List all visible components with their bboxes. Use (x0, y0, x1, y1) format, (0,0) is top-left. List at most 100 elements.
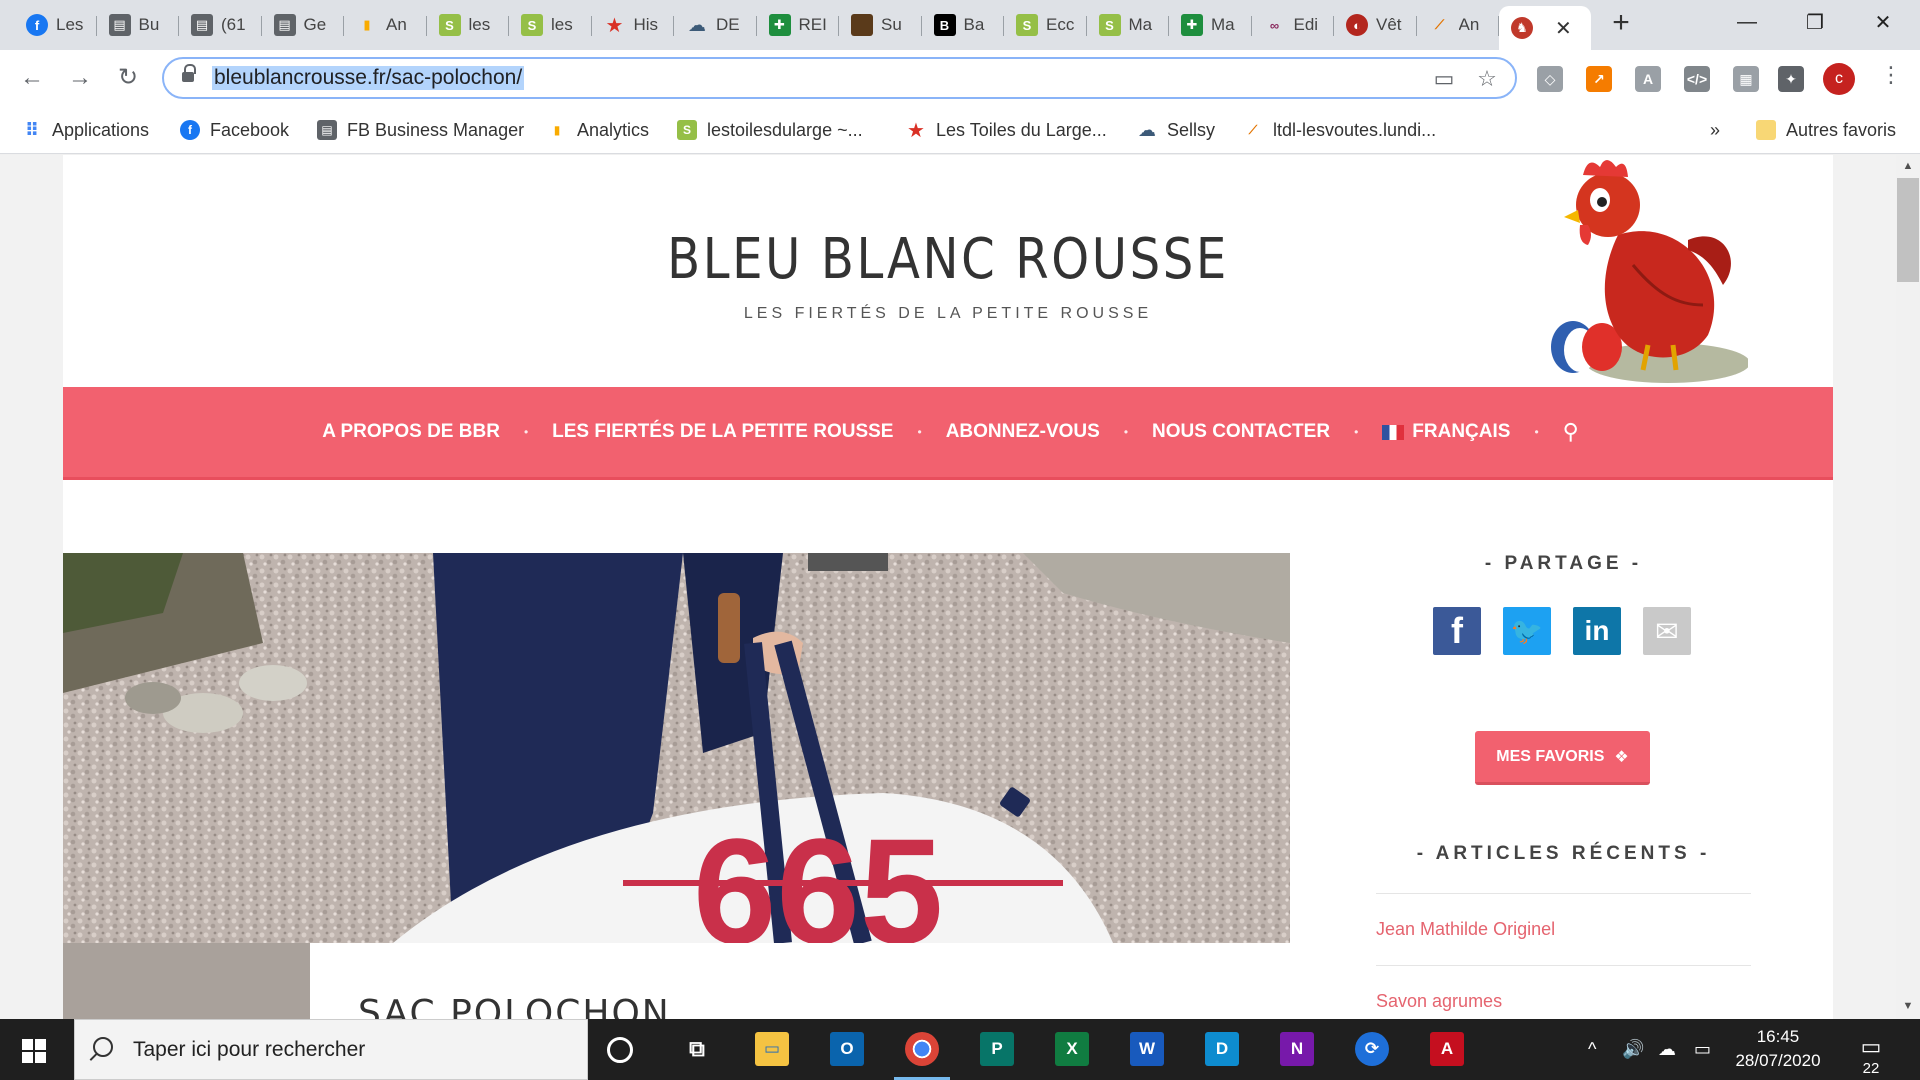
menu-kebab-icon[interactable]: ⋮ (1880, 62, 1902, 88)
bookmark-star-icon[interactable]: ☆ (1475, 67, 1499, 91)
chrome-icon[interactable] (905, 1032, 939, 1066)
volume-icon[interactable]: 🔊 (1622, 1019, 1644, 1080)
bookmark-analytics[interactable]: ▮ Analytics (547, 118, 649, 142)
bookmarks-overflow-button[interactable]: » (1710, 118, 1720, 142)
tab[interactable]: Sles (509, 6, 592, 44)
taskbar-search-box[interactable]: Taper ici pour rechercher (74, 1019, 588, 1080)
onedrive-cloud-icon[interactable]: ☁ (1658, 1019, 1676, 1080)
browser-toolbar: ← → ↻ bleublancrousse.fr/sac-polochon/ ▭… (0, 50, 1920, 106)
bookmark-fb-business-manager[interactable]: ▤ FB Business Manager (317, 118, 524, 142)
windows-start-icon[interactable] (22, 1039, 46, 1063)
tab[interactable]: ☁ DE (674, 6, 757, 44)
search-icon (93, 1037, 113, 1057)
task-view-icon[interactable]: ⧉ (680, 1032, 714, 1066)
tray-chevron-icon[interactable]: ^ (1588, 1019, 1596, 1080)
cortana-icon[interactable] (607, 1037, 633, 1063)
page-scrollbar[interactable] (1896, 155, 1920, 1019)
scrollbar-thumb[interactable] (1897, 178, 1919, 282)
tab[interactable]: ▤ Ge (262, 6, 345, 44)
extension-code-icon[interactable]: </> (1684, 66, 1710, 92)
outlook-icon[interactable]: O (830, 1032, 864, 1066)
email-share-icon[interactable]: ✉ (1643, 607, 1691, 655)
tab[interactable]: ◐ Vêt (1334, 6, 1417, 44)
dashlane-icon[interactable]: D (1205, 1032, 1239, 1066)
close-tab-icon[interactable]: ✕ (1555, 16, 1572, 41)
extension-chart-icon[interactable]: ↗ (1586, 66, 1612, 92)
site-title[interactable]: BLEU BLANC ROUSSE (187, 227, 1709, 292)
system-clock[interactable]: 16:45 28/07/2020 (1728, 1025, 1828, 1073)
tab[interactable]: ▮ An (344, 6, 427, 44)
star-icon: ★ (605, 14, 624, 37)
excel-icon[interactable]: X (1055, 1032, 1089, 1066)
new-tab-button[interactable]: + (1605, 8, 1637, 40)
linkedin-share-icon[interactable]: in (1573, 607, 1621, 655)
facebook-icon: f (180, 120, 200, 140)
close-window-button[interactable]: ✕ (1851, 0, 1915, 44)
bookmarks-bar: ⠿ Applications f Facebook ▤ FB Business Man… (0, 106, 1920, 154)
tab[interactable]: ★ His (592, 6, 675, 44)
bookmark-applications[interactable]: ⠿ Applications (22, 118, 149, 142)
tab[interactable]: ✚ REI (757, 6, 840, 44)
facebook-share-icon[interactable]: f (1433, 607, 1481, 655)
profile-avatar[interactable]: c (1823, 63, 1855, 95)
minimize-button[interactable]: — (1715, 0, 1779, 44)
notification-center-icon[interactable]: ▭ 22 (1855, 1034, 1887, 1077)
extension-shield-icon[interactable]: ◇ (1537, 66, 1563, 92)
back-button[interactable]: ← (16, 62, 48, 94)
tab[interactable]: ▤ (61 (179, 6, 262, 44)
publisher-icon[interactable]: P (980, 1032, 1014, 1066)
tab[interactable]: Su (839, 6, 922, 44)
file-explorer-icon[interactable]: ▭ (755, 1032, 789, 1066)
word-icon[interactable]: W (1130, 1032, 1164, 1066)
nav-item-about[interactable]: A PROPOS DE BBR (322, 421, 500, 443)
tab[interactable]: Sles (427, 6, 510, 44)
lock-icon[interactable] (182, 64, 196, 84)
tab[interactable]: S Ecc (1004, 6, 1087, 44)
recent-article-link[interactable]: Savon agrumes (1376, 991, 1502, 1012)
tab[interactable]: ⟋ An (1417, 6, 1500, 44)
analytics-icon: ▮ (553, 123, 561, 137)
other-bookmarks-folder[interactable]: Autres favoris (1756, 118, 1896, 142)
tab[interactable]: ✚ Ma (1169, 6, 1252, 44)
nav-item-language[interactable]: FRANÇAIS (1382, 421, 1510, 443)
address-bar[interactable]: bleublancrousse.fr/sac-polochon/ ▭ ☆ (162, 57, 1517, 99)
extension-grid-icon[interactable]: ▦ (1733, 66, 1759, 92)
search-icon[interactable]: ⚲ (1563, 419, 1579, 445)
reload-button[interactable]: ↻ (112, 62, 144, 94)
tab[interactable]: f Les (14, 6, 97, 44)
tab[interactable]: S Ma (1087, 6, 1170, 44)
tab[interactable]: B Ba (922, 6, 1005, 44)
extensions-puzzle-icon[interactable]: ✦ (1778, 66, 1804, 92)
tab-strip: f Les ▤ Bu ▤ (61 ▤ Ge ▮ An Sles Sles ★ His ☁ DE… (0, 0, 1920, 50)
battery-icon[interactable]: ▭ (1694, 1019, 1711, 1080)
restore-button[interactable]: ❐ (1783, 0, 1847, 44)
page-icon: ▤ (273, 14, 296, 36)
bookmark-facebook[interactable]: f Facebook (180, 118, 289, 142)
rooster-logo[interactable] (1508, 155, 1748, 385)
tab[interactable]: ∞ Edi (1252, 6, 1335, 44)
article-header-card: SAC POLOCHON (310, 943, 1290, 1019)
hero-image[interactable]: 665 (63, 553, 1290, 943)
twitter-share-icon[interactable]: 🐦 (1503, 607, 1551, 655)
onenote-icon[interactable]: N (1280, 1032, 1314, 1066)
url-text[interactable]: bleublancrousse.fr/sac-polochon/ (212, 66, 525, 90)
scroll-up-arrow[interactable]: ▲ (1900, 160, 1916, 176)
nav-item-contact[interactable]: NOUS CONTACTER (1152, 421, 1330, 443)
acrobat-icon[interactable]: A (1430, 1032, 1464, 1066)
recent-article-link[interactable]: Jean Mathilde Originel (1376, 919, 1555, 940)
tab-active[interactable]: ♞ ✕ (1499, 6, 1591, 50)
bookmark-sellsy[interactable]: ☁ Sellsy (1137, 118, 1215, 142)
bookmark-ltdl-lesvoutes[interactable]: ⟋ ltdl-lesvoutes.lundi... (1243, 118, 1436, 142)
cast-icon[interactable]: ▭ (1432, 67, 1456, 91)
forward-button[interactable]: → (64, 62, 96, 94)
scroll-down-arrow[interactable]: ▼ (1900, 1000, 1916, 1016)
sync-icon[interactable]: ⟳ (1355, 1032, 1389, 1066)
bookmark-les-toiles-du-large[interactable]: ★ Les Toiles du Large... (906, 118, 1107, 142)
extension-acrobat-icon[interactable]: A (1635, 66, 1661, 92)
bookmark-lestoilesdularge[interactable]: Slestoilesdularge ~... (677, 118, 863, 142)
tab[interactable]: ▤ Bu (97, 6, 180, 44)
nav-item-fiertes[interactable]: LES FIERTÉS DE LA PETITE ROUSSE (552, 421, 893, 443)
cloud-icon: ☁ (1138, 119, 1156, 140)
favorites-button[interactable]: MES FAVORIS ❖ (1475, 731, 1650, 785)
nav-item-subscribe[interactable]: ABONNEZ-VOUS (946, 421, 1100, 443)
